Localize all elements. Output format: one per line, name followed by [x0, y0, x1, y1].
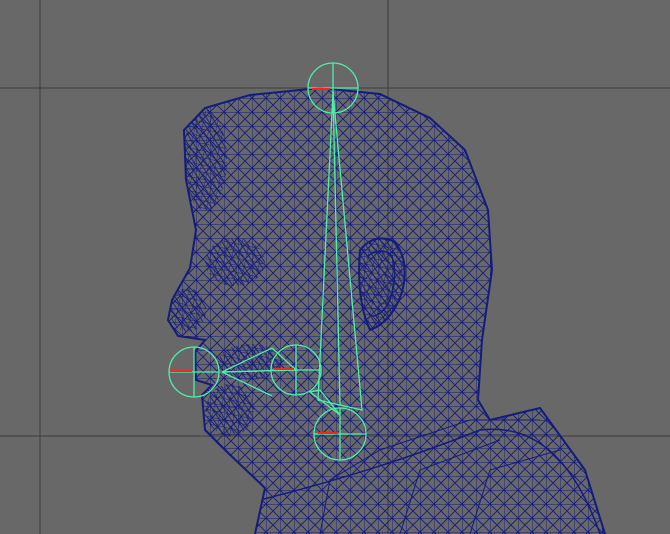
eye-region-mesh: [205, 238, 265, 286]
3d-viewport[interactable]: [0, 0, 670, 534]
head-wireframe-mesh[interactable]: [166, 86, 606, 534]
viewport-canvas[interactable]: [0, 0, 670, 534]
chin-region-mesh: [206, 384, 254, 436]
